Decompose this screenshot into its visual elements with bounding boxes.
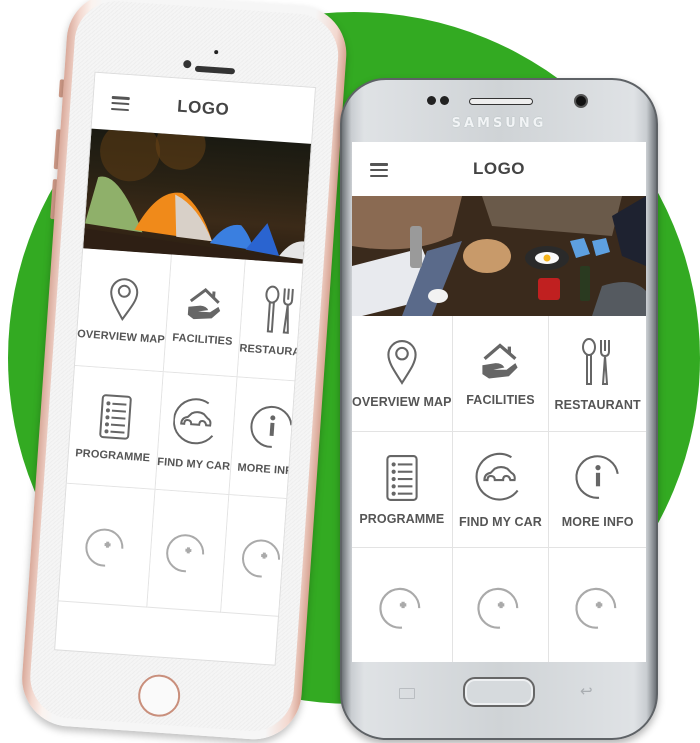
samsung-brand-label: SAMSUNG <box>451 116 547 131</box>
map-pin-icon <box>387 339 417 385</box>
samsung-home-button[interactable] <box>463 677 535 707</box>
hamburger-menu-icon[interactable] <box>110 95 130 112</box>
tile-restaurant[interactable]: RESTAURANT <box>549 316 646 432</box>
menu-grid: OVERVIEW MAP FACILITIES RESTAURANT PROGR… <box>352 316 646 662</box>
car-circle-icon <box>173 397 214 444</box>
add-circle-icon <box>575 587 616 629</box>
list-document-icon <box>99 393 132 440</box>
samsung-sensors <box>427 96 449 105</box>
tile-overview-map[interactable]: OVERVIEW MAP <box>74 248 172 373</box>
info-circle-icon <box>575 454 619 499</box>
tile-add-2[interactable] <box>452 548 550 662</box>
hamburger-menu-icon[interactable] <box>370 163 388 177</box>
tile-programme[interactable]: PROGRAMME <box>352 432 453 548</box>
add-circle-icon <box>85 528 124 567</box>
picnic-illustration <box>352 196 646 316</box>
back-icon[interactable]: ↩ <box>580 682 593 700</box>
hero-image-picnic <box>352 196 646 316</box>
info-circle-icon <box>250 405 293 448</box>
samsung-front-camera <box>574 94 588 108</box>
samsung-screen: LOGO OVERVIEW MAP FACILITIES RESTAURANT … <box>352 142 646 662</box>
house-hand-icon <box>482 342 519 378</box>
add-circle-icon <box>477 587 519 629</box>
car-circle-icon <box>476 452 519 501</box>
iphone-device: LOGO OVERVIEW MAP FACILITIES RESTAURANT … <box>18 0 350 743</box>
tile-add-2[interactable] <box>147 489 230 613</box>
add-circle-icon <box>166 533 205 572</box>
app-logo: LOGO <box>472 159 526 178</box>
map-pin-icon <box>110 277 139 321</box>
add-circle-icon <box>241 539 280 578</box>
spoon-fork-icon <box>581 337 610 385</box>
spoon-fork-icon <box>265 285 294 334</box>
tile-programme[interactable]: PROGRAMME <box>66 365 164 490</box>
recent-apps-icon[interactable] <box>399 688 415 699</box>
tile-more-info[interactable]: MORE INFO <box>549 432 646 548</box>
app-header: LOGO <box>352 142 646 196</box>
app-logo: LOGO <box>176 96 230 120</box>
tile-add-3[interactable] <box>549 548 646 662</box>
add-circle-icon <box>379 587 421 629</box>
iphone-screen: LOGO OVERVIEW MAP FACILITIES RESTAURANT … <box>54 71 317 666</box>
list-document-icon <box>386 454 418 501</box>
tile-overview-map[interactable]: OVERVIEW MAP <box>352 316 453 432</box>
samsung-device: SAMSUNG LOGO OVERVIEW MAP FACILITIES RES… <box>340 78 658 740</box>
tile-find-my-car[interactable]: FIND MY CAR <box>452 432 550 548</box>
house-hand-icon <box>188 287 221 319</box>
tile-add-1[interactable] <box>352 548 453 662</box>
tile-add-1[interactable] <box>58 483 156 608</box>
tile-facilities[interactable]: FACILITIES <box>163 254 246 378</box>
tents-illustration <box>83 128 307 264</box>
tile-facilities[interactable]: FACILITIES <box>452 316 550 432</box>
hero-image-camping-tents <box>83 128 312 264</box>
menu-grid: OVERVIEW MAP FACILITIES RESTAURANT PROGR… <box>58 248 317 619</box>
tile-find-my-car[interactable]: FIND MY CAR <box>155 372 238 496</box>
samsung-earpiece <box>469 98 533 105</box>
